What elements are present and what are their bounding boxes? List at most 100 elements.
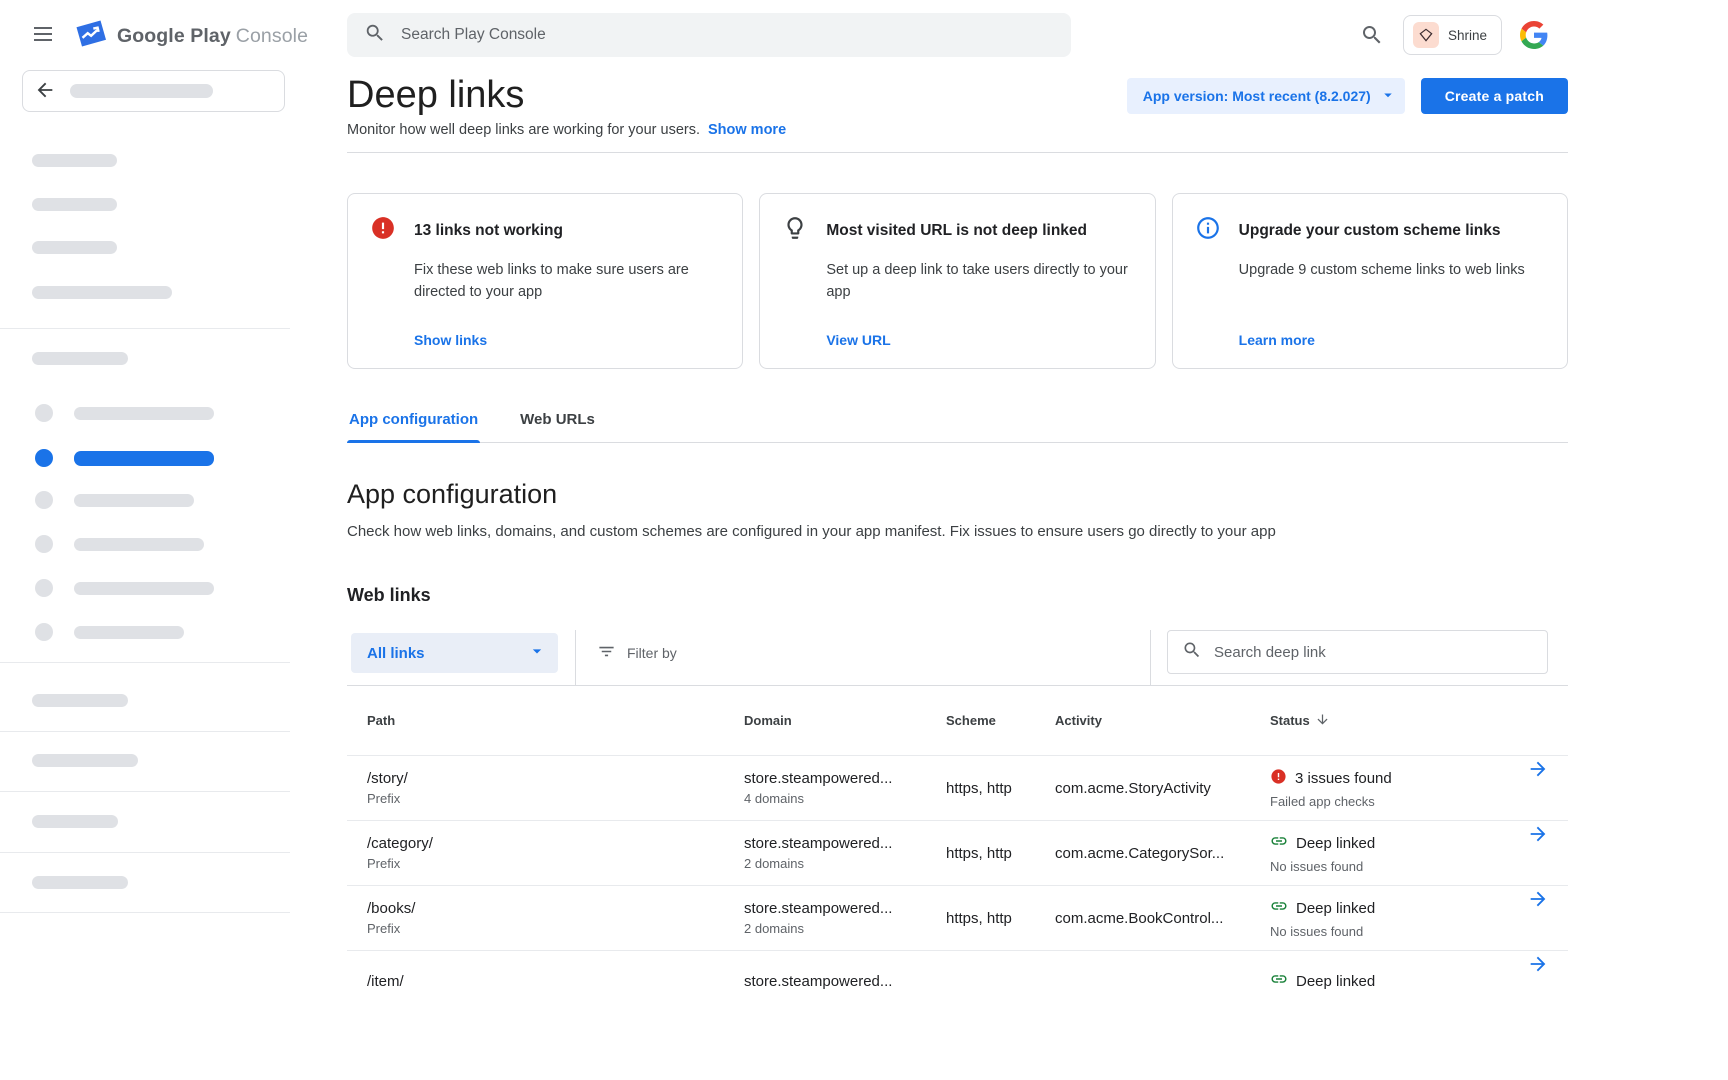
filter-by-button[interactable]: Filter by bbox=[597, 630, 677, 676]
path-type: Prefix bbox=[367, 791, 744, 806]
chevron-down-icon bbox=[527, 641, 547, 665]
sidebar-divider bbox=[0, 731, 290, 732]
domain-value: store.steampowered... bbox=[744, 770, 946, 787]
status-value: Deep linked bbox=[1296, 835, 1375, 852]
domain-value: store.steampowered... bbox=[744, 835, 946, 852]
app-switcher[interactable]: Shrine bbox=[1403, 15, 1502, 55]
filter-icon bbox=[597, 642, 616, 664]
card-body: Set up a deep link to take users directl… bbox=[826, 259, 1130, 303]
create-patch-button[interactable]: Create a patch bbox=[1421, 78, 1568, 114]
skeleton-bar bbox=[32, 198, 117, 211]
insight-card[interactable]: Upgrade your custom scheme links Upgrade… bbox=[1172, 193, 1568, 369]
menu-icon[interactable] bbox=[30, 22, 56, 48]
error-icon bbox=[370, 215, 396, 246]
web-links-title: Web links bbox=[347, 584, 1568, 606]
show-more-link[interactable]: Show more bbox=[708, 122, 786, 138]
path-value: /books/ bbox=[367, 900, 744, 917]
play-console-icon bbox=[74, 19, 107, 53]
tab-web-urls[interactable]: Web URLs bbox=[518, 411, 597, 442]
column-scheme[interactable]: Scheme bbox=[946, 686, 1055, 755]
skeleton-bar bbox=[32, 876, 128, 889]
tab-app-configuration[interactable]: App configuration bbox=[347, 411, 480, 442]
links-filter-value: All links bbox=[367, 645, 425, 662]
sidebar-nav-item[interactable] bbox=[0, 622, 290, 642]
chevron-down-icon bbox=[1379, 86, 1397, 107]
insight-card[interactable]: Most visited URL is not deep linked Set … bbox=[759, 193, 1155, 369]
page-title: Deep links bbox=[347, 74, 786, 116]
deep-link-search-input[interactable] bbox=[1214, 644, 1533, 661]
skeleton-bar bbox=[32, 241, 117, 254]
column-domain[interactable]: Domain bbox=[744, 686, 946, 755]
show-links-link[interactable]: Show links bbox=[414, 332, 718, 348]
activity-value: com.acme.BookControl... bbox=[1055, 910, 1270, 927]
skeleton-bar bbox=[32, 154, 117, 167]
global-search-input[interactable] bbox=[401, 26, 1054, 44]
open-row-button[interactable] bbox=[1525, 951, 1551, 977]
card-body: Fix these web links to make sure users a… bbox=[414, 259, 718, 303]
insight-card[interactable]: 13 links not working Fix these web links… bbox=[347, 193, 743, 369]
filter-by-label: Filter by bbox=[627, 645, 677, 661]
table-row[interactable]: /story/ Prefix store.steampowered... 4 d… bbox=[347, 755, 1568, 820]
links-filter-select[interactable]: All links bbox=[351, 633, 558, 673]
learn-more-link[interactable]: Learn more bbox=[1239, 332, 1543, 348]
current-app-name: Shrine bbox=[1448, 28, 1487, 43]
search-icon[interactable] bbox=[1359, 22, 1385, 48]
link-icon bbox=[1270, 897, 1288, 920]
link-icon bbox=[1270, 970, 1288, 993]
google-play-console-logo[interactable]: Google PlayConsole bbox=[74, 19, 308, 53]
sidebar-divider bbox=[0, 328, 290, 329]
skeleton-bar bbox=[32, 286, 172, 299]
skeleton-bar bbox=[32, 815, 118, 828]
global-search[interactable] bbox=[347, 13, 1071, 57]
open-row-button[interactable] bbox=[1525, 821, 1551, 847]
sidebar-nav-item[interactable] bbox=[0, 403, 290, 423]
search-icon bbox=[1182, 640, 1202, 665]
column-status[interactable]: Status bbox=[1270, 686, 1508, 755]
table-row[interactable]: /item/ store.steampowered... Deep linked bbox=[347, 950, 1568, 1015]
brand-secondary: Console bbox=[236, 25, 308, 47]
error-icon bbox=[1270, 768, 1287, 790]
table-toolbar: All links Filter by bbox=[347, 630, 1568, 686]
topbar: Google PlayConsole Shrine bbox=[0, 0, 1728, 70]
sidebar-nav-item[interactable] bbox=[0, 534, 290, 554]
open-row-button[interactable] bbox=[1525, 886, 1551, 912]
arrow-back-icon bbox=[34, 79, 56, 104]
sidebar-nav-item[interactable] bbox=[0, 578, 290, 598]
column-path[interactable]: Path bbox=[367, 686, 744, 755]
page-subtitle: Monitor how well deep links are working … bbox=[347, 122, 700, 138]
app-version-selector[interactable]: App version: Most recent (8.2.027) bbox=[1127, 78, 1405, 114]
path-value: /category/ bbox=[367, 835, 744, 852]
path-value: /item/ bbox=[367, 973, 744, 990]
sidebar-divider bbox=[0, 912, 290, 913]
scheme-value: https, http bbox=[946, 910, 1055, 927]
domain-value: store.steampowered... bbox=[744, 900, 946, 917]
google-account-avatar[interactable] bbox=[1520, 21, 1548, 49]
path-type: Prefix bbox=[367, 856, 744, 871]
activity-value: com.acme.StoryActivity bbox=[1055, 780, 1270, 797]
lightbulb-icon bbox=[782, 215, 808, 246]
deep-link-search[interactable] bbox=[1167, 630, 1548, 674]
table-row[interactable]: /category/ Prefix store.steampowered... … bbox=[347, 820, 1568, 885]
column-status-label: Status bbox=[1270, 713, 1310, 728]
sidebar bbox=[0, 70, 290, 1080]
status-value: Deep linked bbox=[1296, 900, 1375, 917]
card-title: Upgrade your custom scheme links bbox=[1239, 222, 1501, 240]
activity-value: com.acme.CategorySor... bbox=[1055, 845, 1270, 862]
open-row-button[interactable] bbox=[1525, 756, 1551, 782]
sidebar-nav-item-active[interactable] bbox=[0, 448, 290, 468]
skeleton-bar bbox=[32, 694, 128, 707]
domain-count: 2 domains bbox=[744, 856, 946, 871]
section-description: Check how web links, domains, and custom… bbox=[347, 523, 1568, 540]
table-row[interactable]: /books/ Prefix store.steampowered... 2 d… bbox=[347, 885, 1568, 950]
page-header: Deep links Monitor how well deep links a… bbox=[347, 74, 1568, 138]
back-button[interactable] bbox=[22, 70, 285, 112]
view-url-link[interactable]: View URL bbox=[826, 332, 1130, 348]
section-title: App configuration bbox=[347, 477, 1568, 511]
sidebar-nav-item[interactable] bbox=[0, 490, 290, 510]
sort-descending-icon[interactable] bbox=[1315, 712, 1330, 730]
skeleton-bar bbox=[32, 352, 128, 365]
column-activity[interactable]: Activity bbox=[1055, 686, 1270, 755]
table-header: Path Domain Scheme Activity Status bbox=[347, 686, 1568, 755]
scheme-value: https, http bbox=[946, 845, 1055, 862]
path-type: Prefix bbox=[367, 921, 744, 936]
